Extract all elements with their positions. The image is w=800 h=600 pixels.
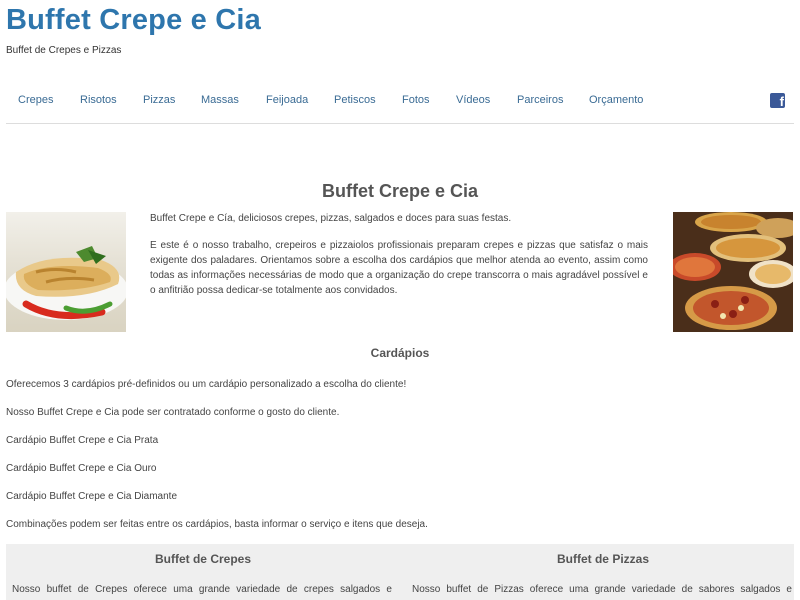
menu-ouro: Cardápio Buffet Crepe e Cia Ouro xyxy=(6,463,157,474)
intro-text: Buffet Crepe e Cía, deliciosos crepes, p… xyxy=(150,211,648,310)
crepe-photo xyxy=(6,212,126,332)
pizzas-box-text: Nosso buffet de Pizzas oferece uma grand… xyxy=(412,584,792,595)
nav-item-risotos[interactable]: Risotos xyxy=(80,94,117,106)
nav-item-videos[interactable]: Vídeos xyxy=(456,94,490,106)
menus-heading: Cardápios xyxy=(370,346,430,360)
facebook-icon[interactable]: f xyxy=(770,93,785,109)
crepes-box: Buffet de Crepes Nosso buffet de Crepes … xyxy=(6,544,400,600)
menu-diamante: Cardápio Buffet Crepe e Cia Diamante xyxy=(6,491,178,502)
menus-paragraph-2: Nosso Buffet Crepe e Cia pode ser contra… xyxy=(6,407,340,418)
menus-paragraph-1: Oferecemos 3 cardápios pré-definidos ou … xyxy=(6,379,407,390)
nav-item-petiscos[interactable]: Petiscos xyxy=(334,94,376,106)
main-nav: Crepes Risotos Pizzas Massas Feijoada Pe… xyxy=(0,94,800,112)
nav-item-parceiros[interactable]: Parceiros xyxy=(517,94,563,106)
menus-paragraph-combinations: Combinações podem ser feitas entre os ca… xyxy=(6,519,428,530)
intro-paragraph-1: Buffet Crepe e Cía, deliciosos crepes, p… xyxy=(150,213,512,224)
nav-item-massas[interactable]: Massas xyxy=(201,94,239,106)
nav-item-crepes[interactable]: Crepes xyxy=(18,94,53,106)
crepes-box-title: Buffet de Crepes xyxy=(154,552,252,566)
nav-divider xyxy=(6,123,794,124)
site-tagline: Buffet de Crepes e Pizzas xyxy=(6,45,122,56)
pizzas-box: Buffet de Pizzas Nosso buffet de Pizzas … xyxy=(406,544,800,600)
nav-item-fotos[interactable]: Fotos xyxy=(402,94,430,106)
menu-prata: Cardápio Buffet Crepe e Cia Prata xyxy=(6,435,159,446)
buffet-boxes: Buffet de Crepes Nosso buffet de Crepes … xyxy=(6,544,794,600)
nav-item-orcamento[interactable]: Orçamento xyxy=(589,94,643,106)
intro-paragraph-2: E este é o nosso trabalho, crepeiros e p… xyxy=(150,240,648,296)
pizza-photo xyxy=(673,212,793,332)
site-title[interactable]: Buffet Crepe e Cia xyxy=(6,4,261,37)
pizzas-box-title: Buffet de Pizzas xyxy=(556,552,649,566)
crepes-box-text: Nosso buffet de Crepes oferece uma grand… xyxy=(12,584,392,595)
nav-item-pizzas[interactable]: Pizzas xyxy=(143,94,175,106)
nav-item-feijoada[interactable]: Feijoada xyxy=(266,94,308,106)
page-heading: Buffet Crepe e Cia xyxy=(321,181,479,201)
